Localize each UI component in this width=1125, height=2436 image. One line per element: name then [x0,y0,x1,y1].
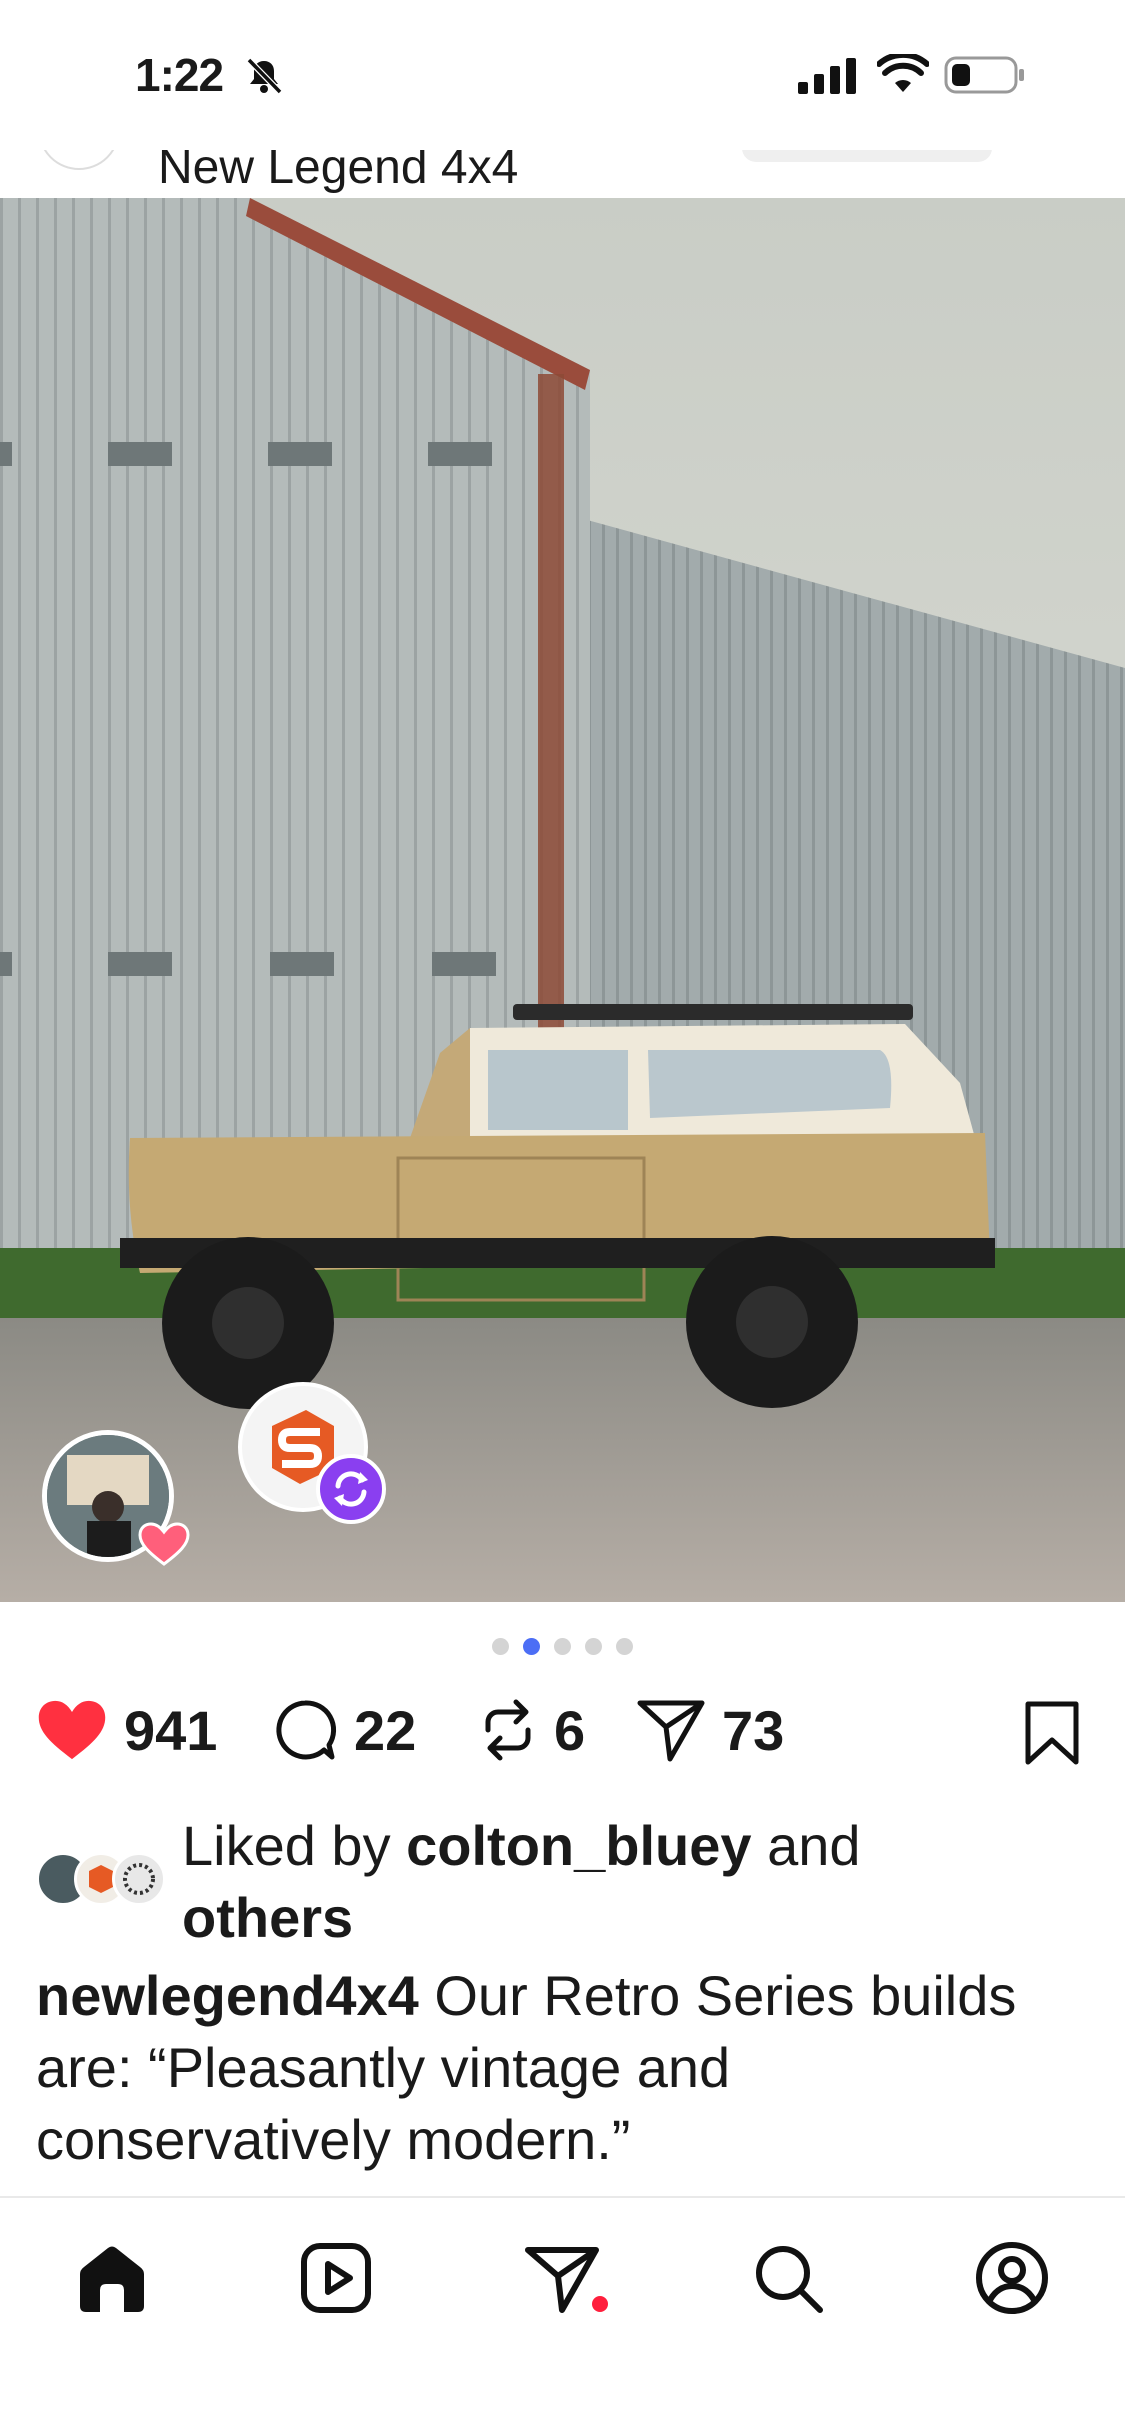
carousel-dot-active [523,1638,540,1655]
repost-icon [485,1699,531,1761]
search-icon [756,2246,823,2313]
like-button[interactable]: 941 [36,1690,217,1770]
caption-username[interactable]: newlegend4x4 [36,1964,419,2027]
carousel-dot [585,1638,602,1655]
profile-icon [976,2242,1048,2314]
reels-icon [301,2243,371,2313]
likes-middle: and [751,1814,861,1877]
account-name[interactable]: New Legend 4x4 [158,150,518,195]
comment-icon [276,1700,337,1760]
post-photo[interactable] [0,198,1125,1602]
comment-count: 22 [354,1698,417,1762]
follow-button[interactable] [742,150,992,162]
nav-reels[interactable] [296,2238,376,2318]
like-count: 941 [124,1698,218,1762]
wifi-icon [877,54,929,92]
liker-avatars [36,1852,166,1906]
likes-others[interactable]: others [182,1886,353,1949]
cellular-signal-icon [798,58,856,94]
post-header: New Legend 4x4 [0,150,1125,198]
post-caption: newlegend4x4 Our Retro Series builds are… [36,1960,1076,2176]
home-icon [80,2246,144,2312]
heart-badge-icon [138,1522,190,1566]
bell-slash-icon [246,57,283,95]
likes-prefix: Liked by [182,1814,407,1877]
heart-icon [38,1700,106,1760]
bookmark-icon[interactable] [1022,1700,1082,1766]
comment-button[interactable]: 22 [272,1690,416,1770]
notification-dot [592,2296,608,2312]
battery-icon [944,56,1024,94]
repost-badge-icon [334,1471,368,1507]
carousel-indicator [0,1638,1125,1655]
nav-search[interactable] [748,2238,828,2318]
bottom-nav [0,2196,1125,2436]
share-button[interactable]: 73 [636,1690,784,1770]
photo-illustration [0,198,1125,1602]
repost-badge [316,1454,386,1524]
nav-profile[interactable] [972,2238,1052,2318]
liker-username[interactable]: colton_bluey [406,1814,751,1877]
status-time: 1:22 [135,49,224,101]
account-avatar[interactable] [38,150,120,170]
nav-home[interactable] [72,2238,152,2318]
likes-text: Liked by colton_bluey and others [182,1810,1042,1954]
messages-icon [525,2247,599,2313]
liker-avatar [112,1852,166,1906]
share-icon [637,1700,705,1762]
repost-count: 6 [554,1698,586,1762]
nav-messages[interactable] [522,2238,602,2318]
share-count: 73 [722,1698,785,1762]
status-bar: 1:22 [0,0,1125,150]
repost-button[interactable]: 6 [478,1690,585,1770]
carousel-dot [492,1638,509,1655]
post-actions: 941 22 6 73 [0,1690,1125,1770]
carousel-dot [616,1638,633,1655]
carousel-dot [554,1638,571,1655]
